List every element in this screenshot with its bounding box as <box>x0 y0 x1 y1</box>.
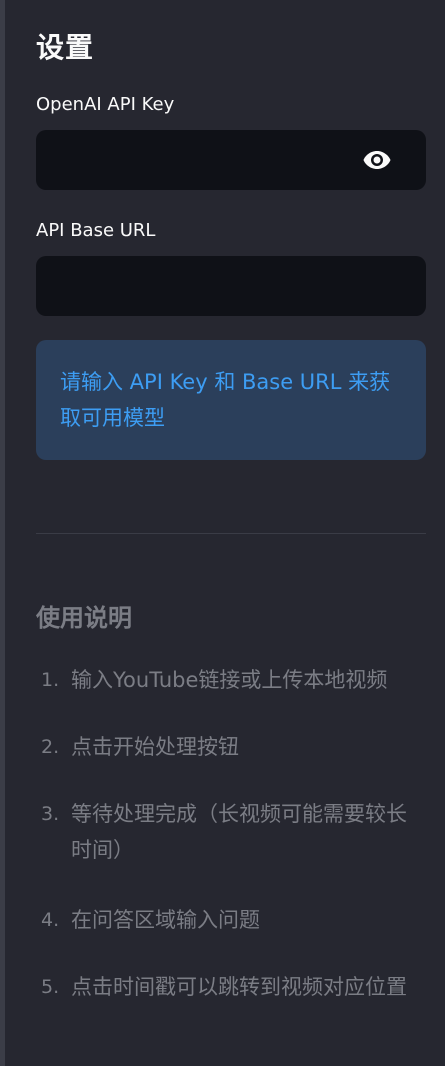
instructions-title: 使用说明 <box>36 604 132 632</box>
list-item-text: 输入YouTube链接或上传本地视频 <box>71 668 388 692</box>
api-key-label: OpenAI API Key <box>36 94 175 115</box>
list-item: 2. 点击开始处理按钮 <box>36 729 426 765</box>
info-alert-text: 请输入 API Key 和 Base URL 来获取可用模型 <box>60 370 391 430</box>
divider <box>36 533 426 534</box>
base-url-input[interactable] <box>36 256 426 316</box>
list-item-number: 2. <box>41 736 60 758</box>
list-item-text: 点击开始处理按钮 <box>71 735 239 759</box>
list-item-number: 1. <box>41 669 60 691</box>
base-url-label: API Base URL <box>36 220 156 241</box>
eye-icon[interactable] <box>362 148 392 172</box>
list-item-number: 3. <box>41 803 60 825</box>
list-item: 1. 输入YouTube链接或上传本地视频 <box>36 662 426 698</box>
api-key-field-container <box>36 130 426 190</box>
list-item-number: 5. <box>41 976 60 998</box>
sidebar-title: 设置 <box>36 31 95 64</box>
info-alert: 请输入 API Key 和 Base URL 来获取可用模型 <box>36 340 426 460</box>
sidebar: 设置 OpenAI API Key API Base URL 请输入 API K… <box>0 0 445 1066</box>
list-item: 3. 等待处理完成（长视频可能需要较长时间） <box>36 796 426 868</box>
base-url-field-container <box>36 256 426 316</box>
list-item: 5. 点击时间戳可以跳转到视频对应位置 <box>36 969 426 1005</box>
list-item-text: 等待处理完成（长视频可能需要较长时间） <box>71 802 407 862</box>
list-item-number: 4. <box>41 909 60 931</box>
list-item-text: 点击时间戳可以跳转到视频对应位置 <box>71 975 407 999</box>
list-item-text: 在问答区域输入问题 <box>71 908 260 932</box>
list-item: 4. 在问答区域输入问题 <box>36 902 426 938</box>
